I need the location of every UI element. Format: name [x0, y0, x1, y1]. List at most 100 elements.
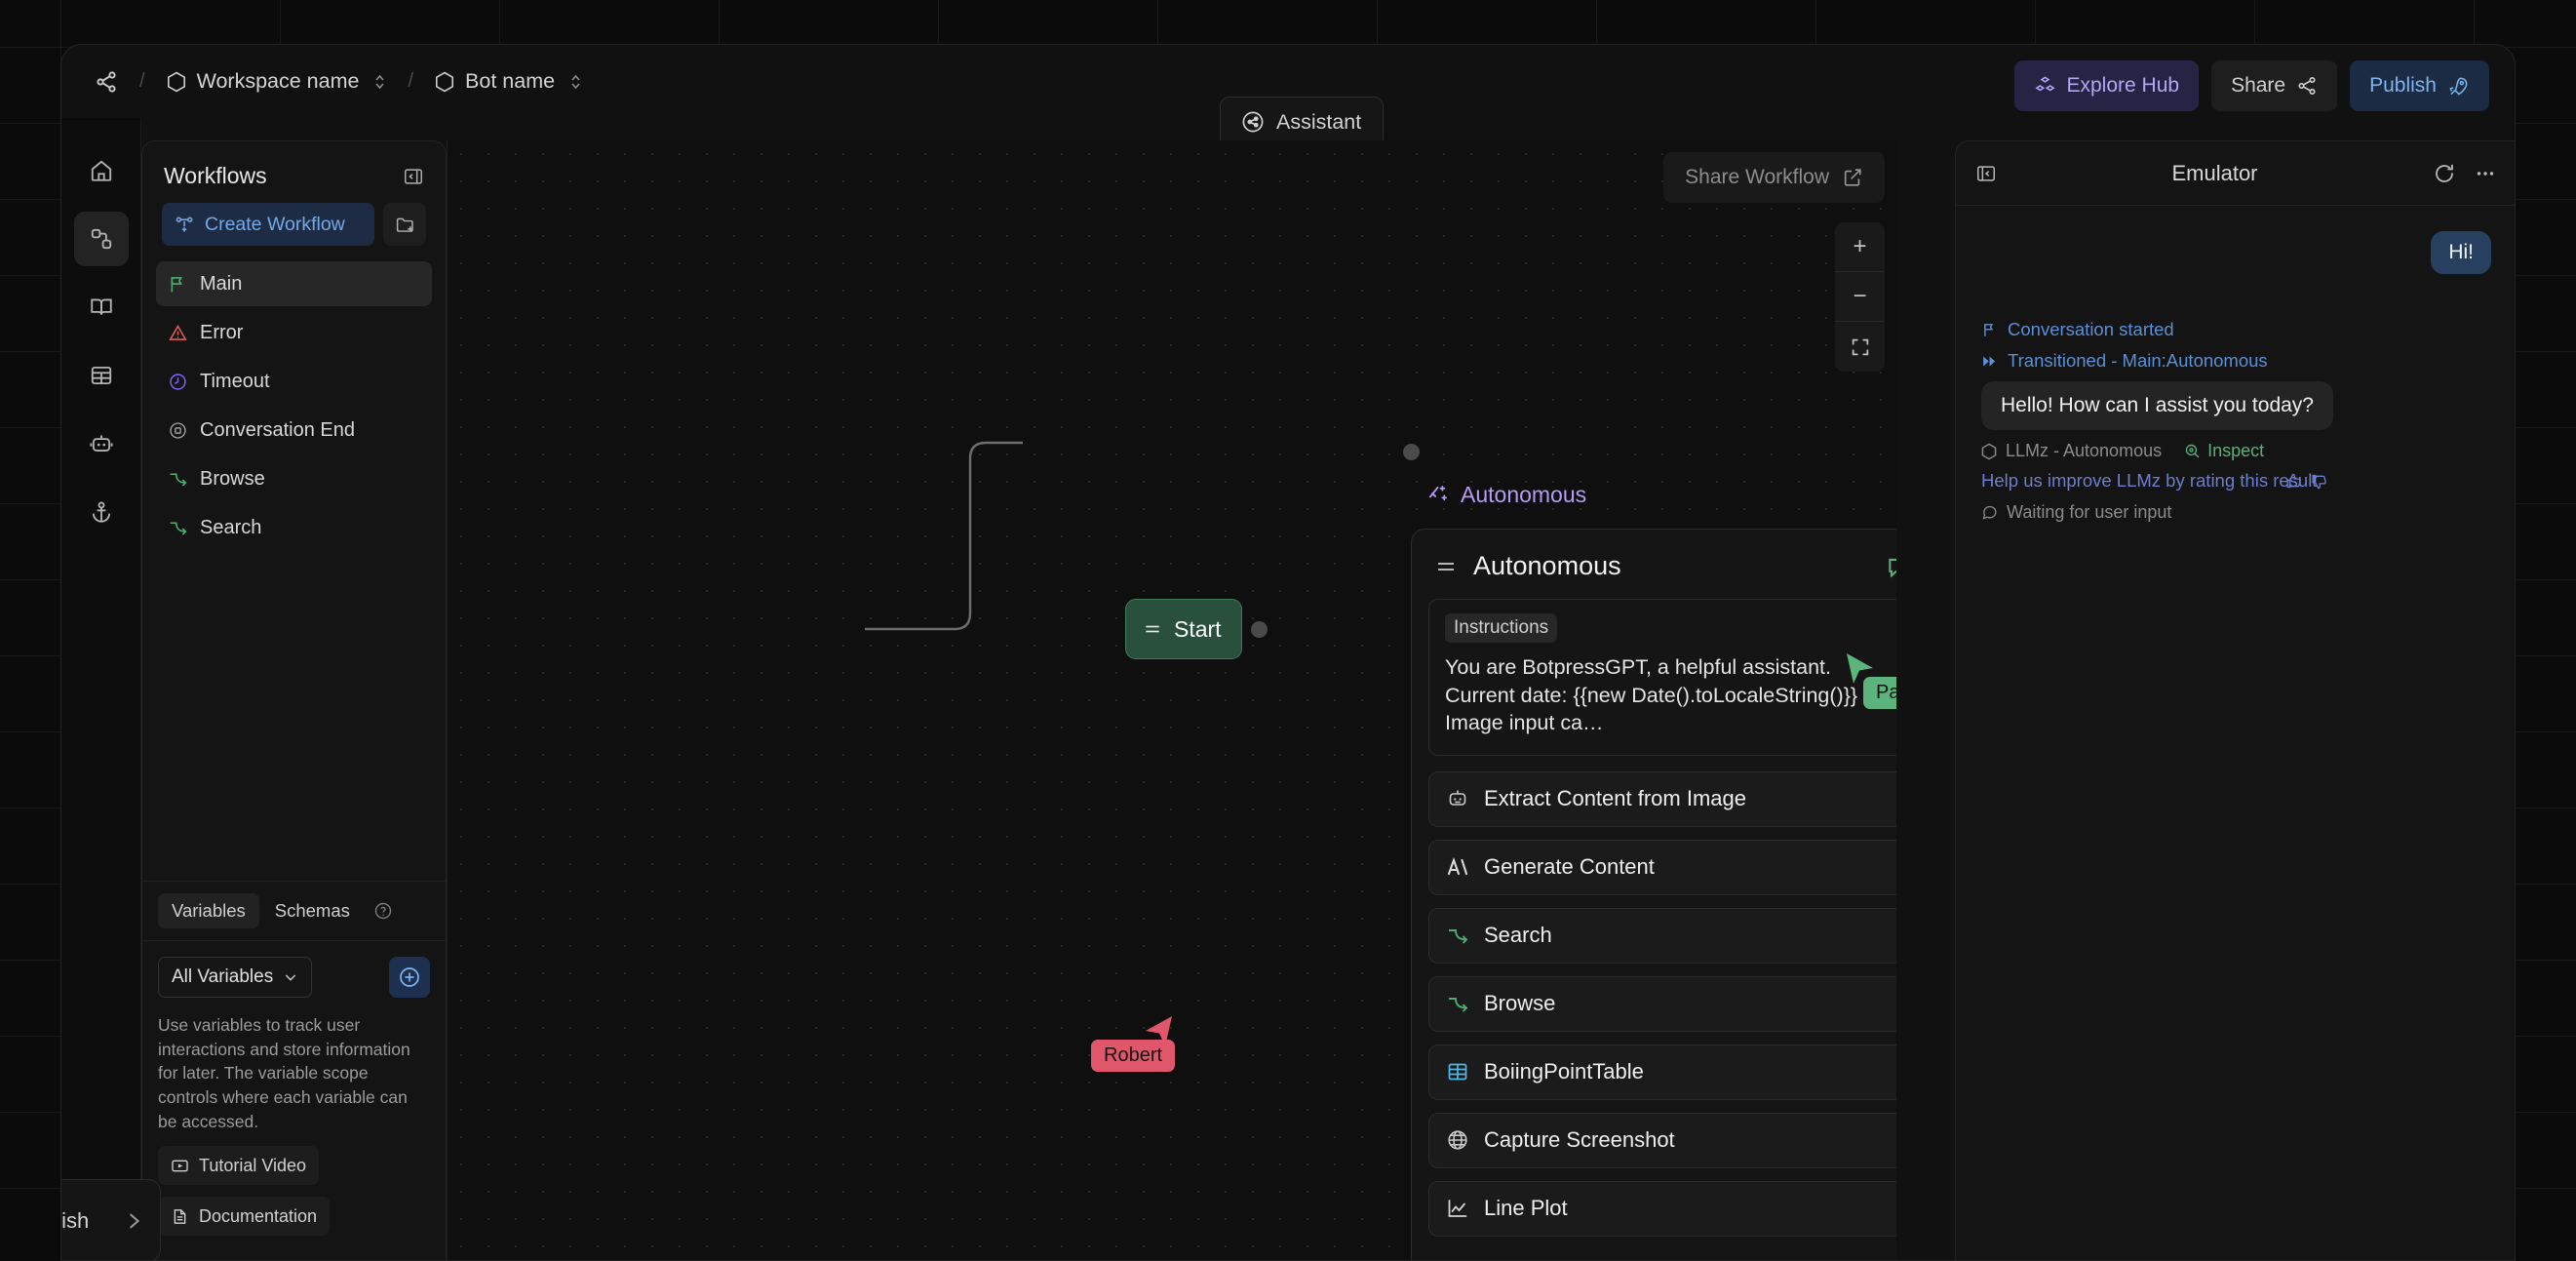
rail-item-tables[interactable]	[74, 348, 129, 403]
top-bar-actions: Explore Hub Share Publish	[2014, 60, 2490, 111]
explore-hub-button[interactable]: Explore Hub	[2014, 60, 2200, 111]
fit-view-button[interactable]	[1835, 322, 1885, 372]
panel-collapse-icon[interactable]	[403, 166, 424, 187]
menu-lines-icon[interactable]	[1434, 555, 1458, 578]
share-nodes-icon[interactable]	[87, 62, 126, 101]
workflow-item-error[interactable]: Error	[156, 310, 432, 355]
branch-icon	[168, 469, 188, 490]
card-extract-content-from-image[interactable]: Extract Content from Image	[1428, 771, 1896, 827]
start-node[interactable]: Start	[1125, 599, 1242, 659]
inspect-button[interactable]: Inspect	[2184, 441, 2264, 461]
panel-collapse-icon[interactable]	[1975, 163, 1997, 184]
tutorial-video-link[interactable]: Tutorial Video	[158, 1146, 319, 1185]
card-label: Capture Screenshot	[1484, 1127, 1675, 1153]
document-icon	[171, 1207, 189, 1226]
language-selector[interactable]: glish	[60, 1179, 161, 1261]
chevron-down-icon	[283, 969, 298, 985]
share-button[interactable]: Share	[2211, 60, 2337, 111]
breadcrumb-bot-label: Bot name	[465, 69, 555, 94]
rail-item-knowledge[interactable]	[74, 280, 129, 335]
rail-item-workflows[interactable]	[74, 212, 129, 266]
share-workflow-button[interactable]: Share Workflow	[1663, 152, 1885, 203]
instructions-text: You are BotpressGPT, a helpful assistant…	[1445, 653, 1896, 737]
zoom-in-button[interactable]: +	[1835, 222, 1885, 272]
book-icon	[89, 295, 114, 320]
card-label: Browse	[1484, 991, 1555, 1016]
fast-forward-icon	[1981, 353, 1998, 370]
rail-item-hooks[interactable]	[74, 485, 129, 539]
instructions-box[interactable]: Instructions You are BotpressGPT, a help…	[1428, 599, 1896, 756]
message-circle-icon	[1981, 504, 1998, 521]
workflow-canvas[interactable]: Share Workflow + − Start	[447, 140, 1896, 1261]
workflow-list: Main Error Timeout Conversation End	[142, 254, 446, 550]
emulator-header: Emulator	[1956, 141, 2516, 206]
documentation-label: Documentation	[199, 1206, 317, 1227]
workflow-item-label: Main	[200, 273, 242, 296]
card-label: Line Plot	[1484, 1196, 1568, 1221]
emulator-status-label: Waiting for user input	[2007, 502, 2171, 523]
share-button-label: Share	[2231, 74, 2285, 98]
breadcrumb-workspace[interactable]: Workspace name	[159, 64, 395, 99]
card-label: Extract Content from Image	[1484, 786, 1746, 811]
workflow-item-main[interactable]: Main	[156, 261, 432, 306]
branch-icon	[1446, 924, 1469, 947]
publish-button[interactable]: Publish	[2350, 60, 2489, 111]
autonomous-group-label: Autonomous	[1427, 482, 1586, 508]
rail-item-home[interactable]	[74, 143, 129, 198]
add-variable-button[interactable]	[389, 957, 430, 998]
card-browse[interactable]: Browse	[1428, 976, 1896, 1032]
refresh-icon[interactable]	[2433, 162, 2456, 185]
card-line-plot[interactable]: Line Plot	[1428, 1181, 1896, 1237]
chevron-updown-icon	[373, 72, 386, 92]
workflows-panel: Workflows Create Workflow	[141, 140, 447, 1261]
workflow-item-browse[interactable]: Browse	[156, 456, 432, 501]
branch-icon	[168, 518, 188, 538]
breadcrumb-separator-2: /	[408, 70, 413, 93]
share-workflow-label: Share Workflow	[1685, 166, 1829, 189]
thumbs-up-icon[interactable]	[2284, 472, 2303, 491]
external-link-icon	[1842, 167, 1863, 188]
chevron-right-icon	[123, 1208, 144, 1234]
documentation-link[interactable]: Documentation	[158, 1197, 330, 1236]
card-label: BoiingPointTable	[1484, 1059, 1644, 1084]
workflow-item-conversation-end[interactable]: Conversation End	[156, 408, 432, 453]
workflows-panel-title: Workflows	[164, 163, 267, 189]
card-boiingpointtable[interactable]: BoiingPointTable	[1428, 1044, 1896, 1100]
variables-filter-select[interactable]: All Variables	[158, 957, 312, 998]
rail-item-bot[interactable]	[74, 416, 129, 471]
clock-icon	[168, 372, 188, 392]
start-node-output-port[interactable]	[1251, 621, 1268, 638]
zoom-controls: + −	[1835, 222, 1885, 372]
autonomous-group-label-text: Autonomous	[1461, 482, 1586, 508]
circle-dot-icon	[168, 420, 188, 441]
tab-variables[interactable]: Variables	[158, 893, 259, 928]
emulator-title: Emulator	[1997, 161, 2433, 186]
video-icon	[171, 1157, 189, 1175]
autonomous-node-input-port[interactable]	[1403, 444, 1420, 460]
add-card-button[interactable]: Add Card	[1428, 1249, 1896, 1261]
fit-view-icon	[1850, 336, 1871, 358]
rocket-icon	[2447, 75, 2470, 98]
create-workflow-button[interactable]: Create Workflow	[162, 203, 374, 246]
workflow-item-timeout[interactable]: Timeout	[156, 359, 432, 404]
cursor-robert: Robert	[1142, 1014, 1175, 1051]
workflow-item-search[interactable]: Search	[156, 505, 432, 550]
message-square-icon[interactable]	[1886, 554, 1896, 579]
card-search[interactable]: Search	[1428, 908, 1896, 964]
autonomous-node[interactable]: Autonomous Instructions You are Botpress…	[1411, 529, 1896, 1261]
new-folder-button[interactable]	[383, 203, 426, 246]
card-capture-screenshot[interactable]: Capture Screenshot	[1428, 1113, 1896, 1168]
zoom-out-button[interactable]: −	[1835, 272, 1885, 322]
question-circle-icon[interactable]	[373, 901, 393, 921]
thumbs-down-icon[interactable]	[2310, 472, 2328, 491]
warning-triangle-icon	[168, 323, 188, 343]
breadcrumb-bot[interactable]: Bot name	[427, 64, 590, 99]
anchor-icon	[89, 499, 114, 525]
card-generate-content[interactable]: Generate Content	[1428, 840, 1896, 895]
tab-schemas[interactable]: Schemas	[261, 893, 364, 928]
message-meta: LLMz - Autonomous Inspect	[1981, 441, 2491, 461]
emulator-conversation: Hi! Conversation started Transitioned - …	[1956, 206, 2516, 523]
ellipsis-icon[interactable]	[2474, 162, 2497, 185]
emulator-panel: Emulator Hi! Conversation started	[1955, 140, 2516, 1261]
breadcrumb-separator-1: /	[139, 70, 145, 93]
